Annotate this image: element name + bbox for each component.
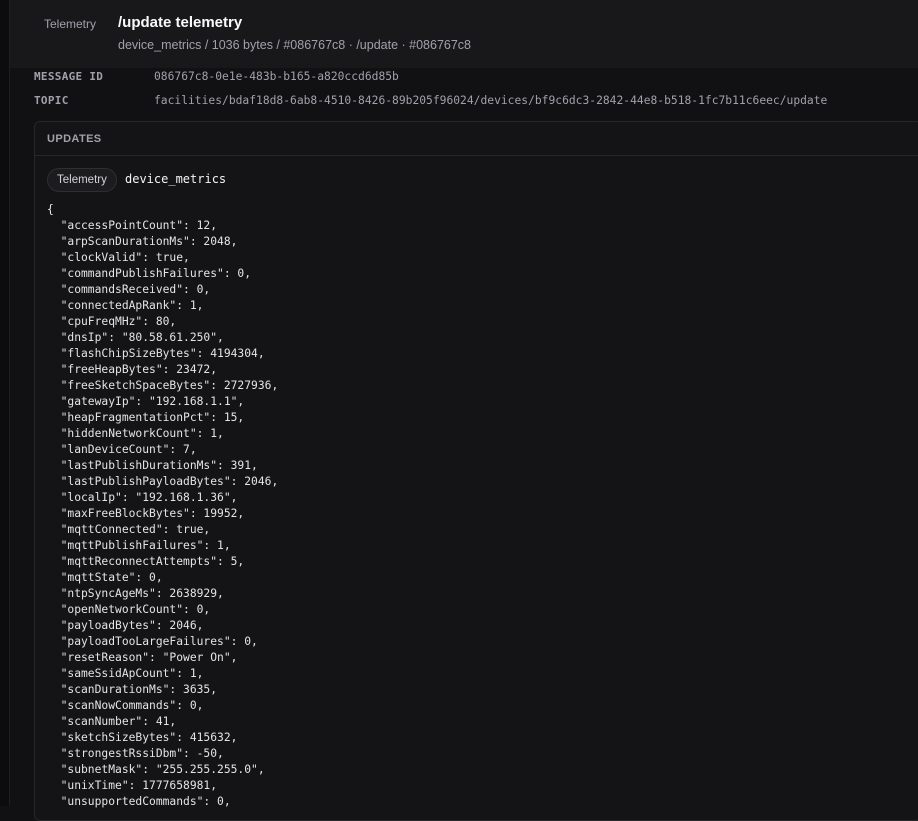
json-line: "scanNowCommands": 0, (47, 698, 278, 714)
updates-card: UPDATES Telemetry device_metrics { "acce… (34, 121, 918, 821)
json-line: { (47, 202, 278, 218)
json-line: "subnetMask": "255.255.255.0", (47, 762, 278, 778)
topic-label: TOPIC (34, 94, 69, 107)
json-line: "maxFreeBlockBytes": 19952, (47, 506, 278, 522)
message-header: Telemetry /update telemetry device_metri… (10, 0, 918, 68)
left-rail (0, 0, 10, 806)
json-line: "connectedApRank": 1, (47, 298, 278, 314)
json-line: "commandPublishFailures": 0, (47, 266, 278, 282)
json-line: "localIp": "192.168.1.36", (47, 490, 278, 506)
json-line: "resetReason": "Power On", (47, 650, 278, 666)
json-line: "mqttPublishFailures": 1, (47, 538, 278, 554)
json-line: "lastPublishPayloadBytes": 2046, (47, 474, 278, 490)
topic-row: TOPIC facilities/bdaf18d8-6ab8-4510-8426… (10, 91, 918, 113)
json-line: "arpScanDurationMs": 2048, (47, 234, 278, 250)
json-line: "heapFragmentationPct": 15, (47, 410, 278, 426)
json-payload: { "accessPointCount": 12, "arpScanDurati… (47, 202, 278, 810)
json-line: "accessPointCount": 12, (47, 218, 278, 234)
json-line: "payloadTooLargeFailures": 0, (47, 634, 278, 650)
json-line: "lanDeviceCount": 7, (47, 442, 278, 458)
stream-type-badge: Telemetry (47, 168, 117, 192)
json-line: "gatewayIp": "192.168.1.1", (47, 394, 278, 410)
message-id-value: 086767c8-0e1e-483b-b165-a820ccd6d85b (154, 70, 399, 83)
json-line: "clockValid": true, (47, 250, 278, 266)
message-summary: device_metrics / 1036 bytes / #086767c8 … (118, 37, 471, 53)
topic-value: facilities/bdaf18d8-6ab8-4510-8426-89b20… (154, 94, 827, 107)
json-line: "openNetworkCount": 0, (47, 602, 278, 618)
json-line: "strongestRssiDbm": -50, (47, 746, 278, 762)
message-id-label: MESSAGE ID (34, 70, 103, 83)
json-line: "flashChipSizeBytes": 4194304, (47, 346, 278, 362)
message-id-row: MESSAGE ID 086767c8-0e1e-483b-b165-a820c… (10, 67, 918, 89)
json-line: "freeHeapBytes": 23472, (47, 362, 278, 378)
json-line: "unixTime": 1777658981, (47, 778, 278, 794)
json-line: "mqttReconnectAttempts": 5, (47, 554, 278, 570)
json-line: "sketchSizeBytes": 415632, (47, 730, 278, 746)
json-line: "commandsReceived": 0, (47, 282, 278, 298)
json-line: "payloadBytes": 2046, (47, 618, 278, 634)
json-line: "dnsIp": "80.58.61.250", (47, 330, 278, 346)
json-line: "sameSsidApCount": 1, (47, 666, 278, 682)
json-line: "mqttState": 0, (47, 570, 278, 586)
json-line: "freeSketchSpaceBytes": 2727936, (47, 378, 278, 394)
json-line: "mqttConnected": true, (47, 522, 278, 538)
stream-name: device_metrics (125, 172, 226, 186)
json-line: "scanDurationMs": 3635, (47, 682, 278, 698)
json-line: "hiddenNetworkCount": 1, (47, 426, 278, 442)
message-detail-panel: Telemetry /update telemetry device_metri… (10, 0, 918, 806)
json-line: "unsupportedCommands": 0, (47, 794, 278, 810)
message-type-badge: Telemetry (44, 16, 96, 32)
json-line: "ntpSyncAgeMs": 2638929, (47, 586, 278, 602)
page-title: /update telemetry (118, 13, 242, 33)
json-line: "cpuFreqMHz": 80, (47, 314, 278, 330)
json-line: "scanNumber": 41, (47, 714, 278, 730)
json-line: "lastPublishDurationMs": 391, (47, 458, 278, 474)
updates-heading: UPDATES (35, 122, 918, 156)
